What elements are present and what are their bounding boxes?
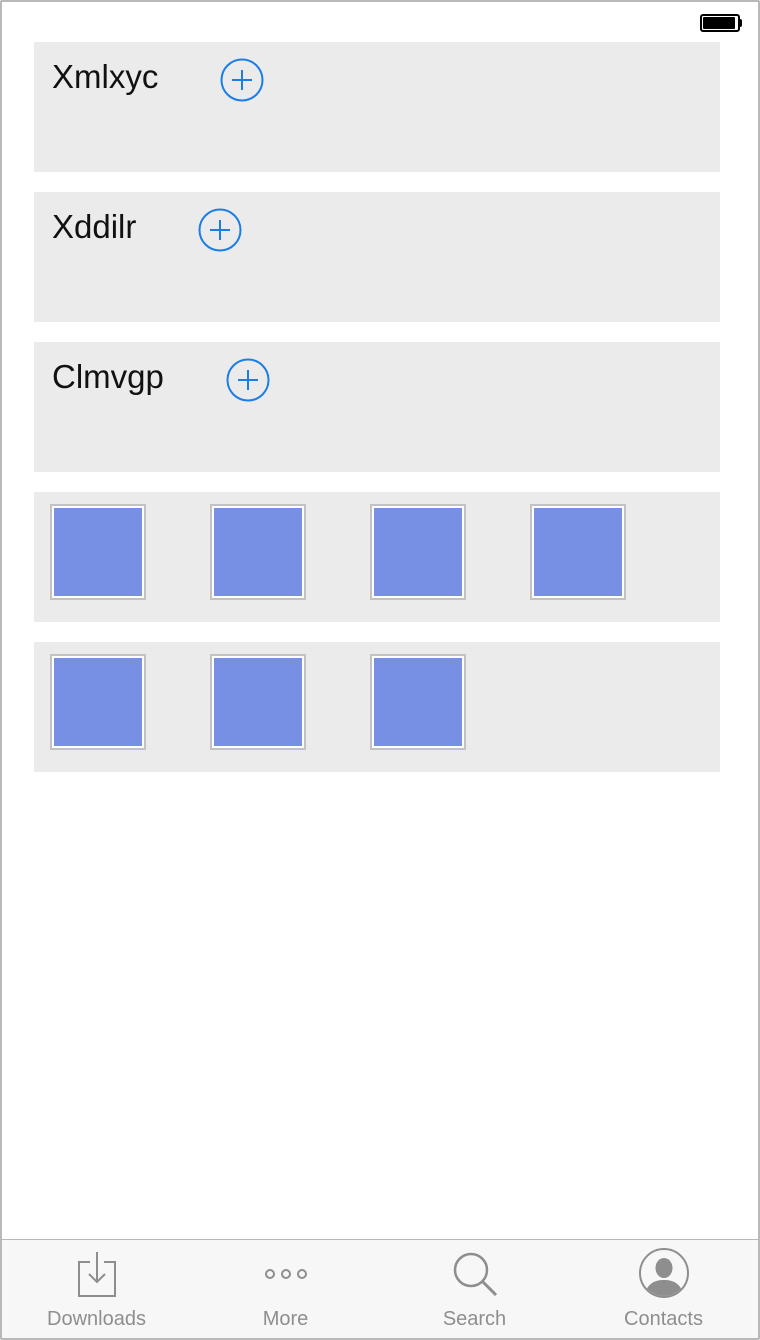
plus-circle-icon[interactable] xyxy=(220,58,264,102)
thumbnail-item[interactable] xyxy=(370,504,466,600)
panel-title: Xmlxyc xyxy=(52,58,159,95)
panel-title: Clmvgp xyxy=(52,358,164,395)
tab-label: More xyxy=(262,1308,309,1330)
panel-xddilr: Xddilr xyxy=(34,192,720,322)
tab-search[interactable]: Search xyxy=(380,1240,569,1338)
thumbnail-item[interactable] xyxy=(530,504,626,600)
battery-full-icon xyxy=(700,14,742,32)
panel-xmlxyc: Xmlxyc xyxy=(34,42,720,172)
thumbnail-row xyxy=(34,642,720,772)
thumbnail-item[interactable] xyxy=(210,504,306,600)
panel-clmvgp: Clmvgp xyxy=(34,342,720,472)
more-dots-icon xyxy=(258,1248,314,1300)
panel-title: Xddilr xyxy=(52,208,137,245)
thumbnail-item[interactable] xyxy=(370,654,466,750)
tab-bar: Downloads More Search Contacts xyxy=(2,1239,758,1338)
thumbnail-item[interactable] xyxy=(210,654,306,750)
thumbnail-item[interactable] xyxy=(50,654,146,750)
thumbnail-item[interactable] xyxy=(50,504,146,600)
plus-circle-icon[interactable] xyxy=(198,208,242,252)
tab-label: Downloads xyxy=(47,1308,146,1330)
tab-contacts[interactable]: Contacts xyxy=(569,1240,758,1338)
contact-avatar-icon xyxy=(636,1248,692,1300)
download-tray-icon xyxy=(69,1248,125,1300)
magnifier-icon xyxy=(447,1248,503,1300)
plus-circle-icon[interactable] xyxy=(226,358,270,402)
tab-label: Contacts xyxy=(624,1308,703,1330)
tab-more[interactable]: More xyxy=(191,1240,380,1338)
thumbnail-row xyxy=(34,492,720,622)
app-window: Xmlxyc Xddilr Clmvgp Downloads More Sear… xyxy=(0,0,760,1340)
tab-label: Search xyxy=(442,1308,507,1330)
tab-downloads[interactable]: Downloads xyxy=(2,1240,191,1338)
